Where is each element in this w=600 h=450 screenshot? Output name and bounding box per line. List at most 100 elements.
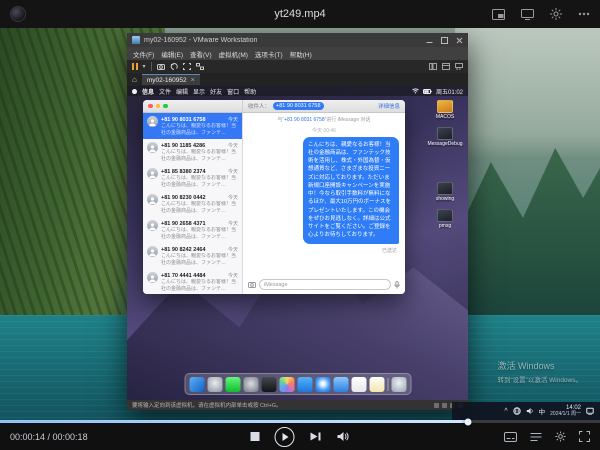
contact-avatar bbox=[147, 116, 158, 127]
macos-menu-item[interactable]: 显示 bbox=[193, 87, 205, 96]
taskbar-clock[interactable]: 14:02 2024/1/1 周一 bbox=[550, 405, 581, 418]
console-view-icon[interactable] bbox=[442, 63, 450, 70]
macos-menu-item[interactable]: 帮助 bbox=[244, 87, 256, 96]
thumbnail-bar-icon[interactable] bbox=[455, 63, 463, 70]
volume-button[interactable] bbox=[337, 431, 350, 442]
library-view-icon[interactable] bbox=[429, 63, 437, 70]
vmware-menubar: 文件(F) 编辑(E) 查看(V) 虚拟机(M) 选项卡(T) 帮助(H) bbox=[127, 47, 468, 60]
playlist-icon[interactable] bbox=[530, 432, 542, 442]
home-tab-icon[interactable]: ⌂ bbox=[132, 76, 137, 84]
revert-snapshot-icon[interactable] bbox=[170, 63, 178, 70]
cast-icon[interactable] bbox=[521, 9, 534, 20]
dock-app-icon[interactable] bbox=[243, 377, 258, 392]
dock-app-icon[interactable] bbox=[333, 377, 348, 392]
macos-app-menu[interactable]: 信息 bbox=[142, 87, 154, 96]
conversation-item[interactable]: +81 70 4441 4484 今天 こんにちは、親愛なるお客様！当社の金融商… bbox=[143, 269, 242, 294]
minimize-window-icon[interactable] bbox=[156, 104, 161, 109]
dock-app-icon[interactable] bbox=[369, 377, 384, 392]
battery-icon[interactable] bbox=[423, 89, 432, 94]
dock-app-icon[interactable] bbox=[315, 377, 330, 392]
settings-icon[interactable] bbox=[550, 8, 562, 20]
dock-app-icon[interactable] bbox=[261, 377, 276, 392]
conversation-item[interactable]: +81 90 2658 4371 今天 こんにちは、親愛なるお客様！当社の金融商… bbox=[143, 217, 242, 243]
macos-menu-item[interactable]: 窗口 bbox=[227, 87, 239, 96]
macos-desktop[interactable]: 信息 文件编辑显示好友窗口帮助 周五01:02 M bbox=[127, 86, 468, 400]
video-canvas[interactable]: my02-160952 - VMware Workstation 文件(F) 编辑… bbox=[0, 28, 600, 420]
desktop-icon[interactable]: showing bbox=[436, 182, 454, 202]
pip-icon[interactable] bbox=[492, 9, 505, 20]
player-logo-icon[interactable] bbox=[10, 6, 26, 22]
vmware-menu-item[interactable]: 编辑(E) bbox=[161, 49, 183, 59]
messages-titlebar[interactable]: 收件人： +81 90 8031 6758 详细信息 bbox=[143, 100, 405, 113]
conversation-time: 今天 bbox=[228, 272, 238, 279]
dock-app-icon[interactable] bbox=[225, 377, 240, 392]
activate-subtitle: 转到“设置”以激活 Windows。 bbox=[497, 374, 582, 384]
volume-tray-icon[interactable] bbox=[526, 407, 534, 415]
unity-icon[interactable] bbox=[196, 63, 204, 70]
macos-menu-item[interactable]: 编辑 bbox=[176, 87, 188, 96]
camera-icon[interactable] bbox=[248, 281, 256, 288]
maximize-icon[interactable] bbox=[441, 37, 448, 44]
dock-app-icon[interactable] bbox=[189, 377, 204, 392]
desktop-icon[interactable]: pmsg bbox=[437, 209, 453, 229]
suspend-dropdown-icon[interactable]: ▾ bbox=[143, 64, 146, 70]
stop-button[interactable] bbox=[251, 432, 260, 441]
chat-transcript[interactable]: 与“+81 90 8031 6758”进行 iMessage 对话 今天 00:… bbox=[243, 113, 405, 277]
vmware-menu-item[interactable]: 文件(F) bbox=[133, 49, 154, 59]
conversation-item[interactable]: +81 90 8242 2464 今天 こんにちは、親愛なるお客様！当社の金融商… bbox=[143, 243, 242, 269]
fullscreen-icon[interactable] bbox=[579, 431, 590, 442]
dock-app-icon[interactable] bbox=[297, 377, 312, 392]
next-button[interactable] bbox=[310, 431, 322, 442]
tab-close-icon[interactable]: × bbox=[191, 77, 195, 84]
conversation-text: +81 90 8031 6758 今天 こんにちは、親愛なるお客様！当社の金融商… bbox=[161, 116, 238, 137]
zoom-window-icon[interactable] bbox=[163, 104, 168, 109]
ime-indicator[interactable]: 中 bbox=[539, 406, 546, 416]
recipient-pill[interactable]: +81 90 8031 6758 bbox=[273, 102, 324, 110]
vmware-menu-item[interactable]: 查看(V) bbox=[190, 49, 212, 59]
vmware-menu-item[interactable]: 选项卡(T) bbox=[255, 49, 283, 59]
cd-indicator-icon[interactable] bbox=[442, 403, 447, 408]
apple-icon[interactable] bbox=[132, 89, 137, 94]
message-input[interactable] bbox=[259, 279, 391, 290]
more-icon[interactable] bbox=[578, 12, 590, 16]
wifi-icon[interactable] bbox=[412, 88, 419, 94]
vmware-menu-item[interactable]: 虚拟机(M) bbox=[219, 49, 248, 59]
desktop-icon[interactable]: MessageDebug bbox=[427, 127, 462, 147]
microphone-icon[interactable] bbox=[394, 281, 400, 289]
vmware-menu-item[interactable]: 帮助(H) bbox=[290, 49, 312, 59]
conversation-item[interactable]: +81 90 8031 6758 今天 こんにちは、親愛なるお客様！当社の金融商… bbox=[143, 113, 242, 139]
dock-app-icon[interactable] bbox=[391, 377, 406, 392]
conversation-item[interactable]: +81 90 1185 4286 今天 こんにちは、親愛なるお客様！当社の金融商… bbox=[143, 139, 242, 165]
macos-menu-item[interactable]: 文件 bbox=[159, 87, 171, 96]
wallpaper-mountains bbox=[460, 138, 600, 338]
desktop-icon[interactable]: MACOS bbox=[436, 100, 454, 120]
contact-avatar bbox=[147, 220, 158, 231]
notice-number: +81 90 8031 6758 bbox=[284, 117, 324, 123]
message-bubble[interactable]: こんにちは、親愛なるお客様！当社の金融商品は、ファンテック技術を活用し、株式・外… bbox=[303, 137, 399, 244]
play-button[interactable] bbox=[275, 427, 295, 447]
vmware-titlebar[interactable]: my02-160952 - VMware Workstation bbox=[127, 33, 468, 47]
conversation-item[interactable]: +81 85 8380 2374 今天 こんにちは、親愛なるお客様！当社の金融商… bbox=[143, 165, 242, 191]
action-center-icon[interactable] bbox=[586, 407, 594, 415]
close-icon[interactable] bbox=[456, 37, 463, 44]
minimize-icon[interactable] bbox=[426, 37, 433, 44]
fullscreen-vm-icon[interactable] bbox=[183, 63, 191, 70]
network-tray-icon[interactable] bbox=[513, 407, 521, 415]
conversation-preview: こんにちは、親愛なるお客様！当社の金融商品は、ファンテ… bbox=[161, 123, 238, 137]
dock-app-icon[interactable] bbox=[207, 377, 222, 392]
dock-app-icon[interactable] bbox=[387, 378, 388, 391]
suspend-vm-icon[interactable] bbox=[132, 63, 138, 70]
close-window-icon[interactable] bbox=[148, 104, 153, 109]
dock-app-icon[interactable] bbox=[279, 377, 294, 392]
subtitle-icon[interactable] bbox=[504, 432, 517, 442]
conversation-item[interactable]: +81 90 8230 0442 今天 こんにちは、親愛なるお客様！当社の金融商… bbox=[143, 191, 242, 217]
dock-app-icon[interactable] bbox=[351, 377, 366, 392]
macos-menu-item[interactable]: 好友 bbox=[210, 87, 222, 96]
details-button[interactable]: 详细信息 bbox=[378, 102, 400, 110]
settings-icon[interactable] bbox=[555, 431, 566, 442]
vm-tab[interactable]: my02-160952 × bbox=[142, 74, 200, 85]
snapshot-icon[interactable] bbox=[157, 63, 165, 70]
hidden-icons-chevron[interactable]: ^ bbox=[504, 408, 507, 415]
macos-clock[interactable]: 周五01:02 bbox=[436, 87, 463, 96]
hdd-indicator-icon[interactable] bbox=[434, 403, 439, 408]
